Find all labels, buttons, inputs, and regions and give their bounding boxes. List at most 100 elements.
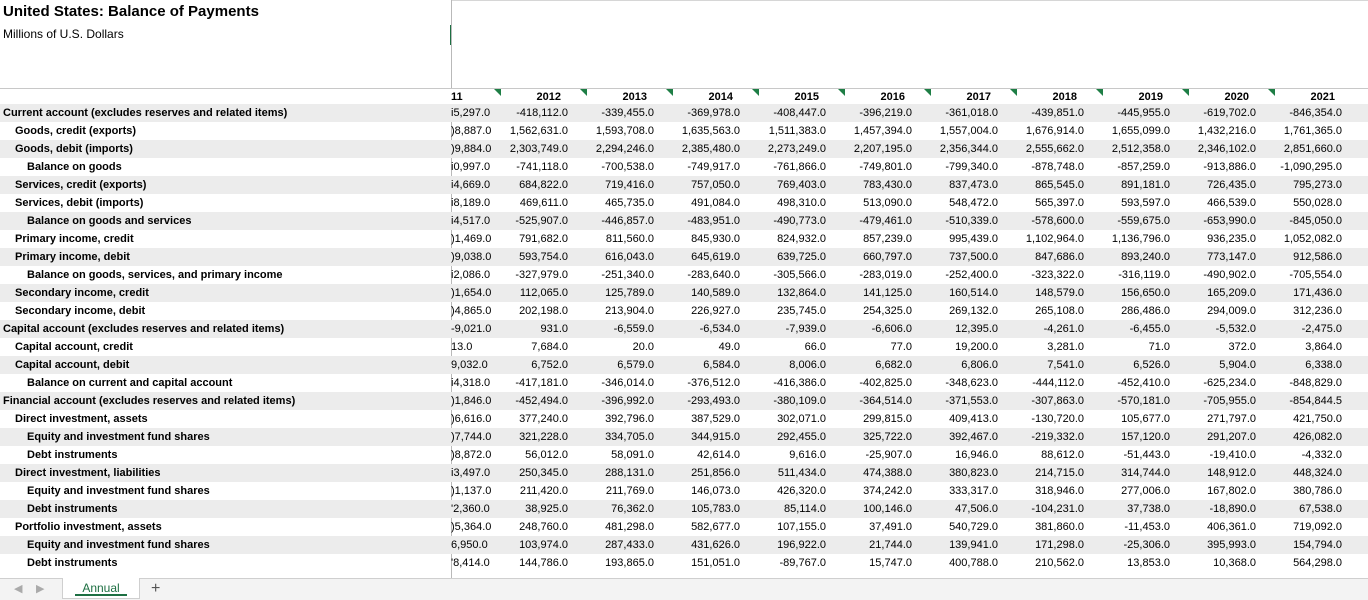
data-cell[interactable]: -396,219.0 [832,104,918,122]
data-cell[interactable]: 837,473.0 [918,176,1004,194]
data-cell[interactable]: -6,534.0 [660,320,746,338]
data-cell[interactable]: 377,240.0 [488,410,574,428]
data-cell[interactable]: 139,941.0 [918,536,1004,554]
data-cell[interactable]: 56,012.0 [488,446,574,464]
data-cell[interactable]: -446,857.0 [574,212,660,230]
data-cell[interactable]: 125,789.0 [574,284,660,302]
data-cell[interactable]: -445,955.0 [1090,104,1176,122]
data-cell[interactable]: -705,554.0 [1262,266,1348,284]
data-cell[interactable]: 1,136,796.0 [1090,230,1176,248]
data-cell[interactable]: 156,650.0 [1090,284,1176,302]
data-cell[interactable]: 13,853.0 [1090,554,1176,572]
data-cell[interactable]: -846,354.0 [1262,104,1348,122]
data-cell[interactable]: 5,904.0 [1176,356,1262,374]
data-cell[interactable]: 15,747.0 [832,554,918,572]
year-header-cell[interactable]: 2016 [832,89,918,105]
row-label[interactable]: Direct investment, assets [15,410,148,428]
data-cell[interactable]: 469,611.0 [488,194,574,212]
data-cell[interactable]: 865,545.0 [1004,176,1090,194]
row-label[interactable]: Capital account (excludes reserves and r… [3,320,284,338]
data-cell[interactable]: 392,467.0 [918,428,1004,446]
data-cell[interactable]: 105,783.0 [660,500,746,518]
data-cell[interactable]: 2,346,102.0 [1176,140,1262,158]
data-cell[interactable]: 66.0 [746,338,832,356]
data-cell[interactable]: 6,806.0 [918,356,1004,374]
data-cell[interactable]: 564,298.0 [1262,554,1348,572]
data-cell[interactable]: 344,915.0 [660,428,746,446]
data-cell[interactable]: 58,091.0 [574,446,660,464]
data-cell[interactable]: 77.0 [832,338,918,356]
row-label[interactable]: Primary income, debit [15,248,130,266]
data-cell[interactable]: -316,119.0 [1090,266,1176,284]
data-cell[interactable]: 2,385,480.0 [660,140,746,158]
data-cell[interactable]: 795,273.0 [1262,176,1348,194]
data-cell[interactable]: 995,439.0 [918,230,1004,248]
data-cell[interactable]: -327,979.0 [488,266,574,284]
data-cell[interactable]: 76,362.0 [574,500,660,518]
add-sheet-button[interactable]: + [151,580,160,598]
data-cell[interactable]: 103,974.0 [488,536,574,554]
data-cell[interactable]: 7,684.0 [488,338,574,356]
data-cell[interactable]: 1,557,004.0 [918,122,1004,140]
data-cell[interactable]: -293,493.0 [660,392,746,410]
data-cell[interactable]: 893,240.0 [1090,248,1176,266]
data-cell[interactable]: -283,640.0 [660,266,746,284]
data-cell[interactable]: 88,612.0 [1004,446,1090,464]
data-cell[interactable]: 144,786.0 [488,554,574,572]
data-cell[interactable]: 513,090.0 [832,194,918,212]
row-label[interactable]: Equity and investment fund shares [27,428,210,446]
data-cell[interactable]: -323,322.0 [1004,266,1090,284]
data-cell[interactable]: 465,735.0 [574,194,660,212]
data-cell[interactable]: 426,320.0 [746,482,832,500]
data-cell[interactable]: 2,851,660.0 [1262,140,1348,158]
data-cell[interactable]: 1,052,082.0 [1262,230,1348,248]
year-header-cell[interactable]: 2014 [660,89,746,105]
data-cell[interactable]: -11,453.0 [1090,518,1176,536]
row-label[interactable]: Equity and investment fund shares [27,482,210,500]
data-cell[interactable]: -799,340.0 [918,158,1004,176]
data-cell[interactable]: 582,677.0 [660,518,746,536]
data-cell[interactable]: -761,866.0 [746,158,832,176]
data-cell[interactable]: -857,259.0 [1090,158,1176,176]
row-label[interactable]: Balance on current and capital account [27,374,232,392]
data-cell[interactable]: -376,512.0 [660,374,746,392]
data-cell[interactable]: 400,788.0 [918,554,1004,572]
data-cell[interactable]: 550,028.0 [1262,194,1348,212]
data-cell[interactable]: 498,310.0 [746,194,832,212]
row-label[interactable]: Balance on goods, services, and primary … [27,266,283,284]
data-cell[interactable]: 20.0 [574,338,660,356]
data-cell[interactable]: 165,209.0 [1176,284,1262,302]
data-cell[interactable]: -625,234.0 [1176,374,1262,392]
data-cell[interactable]: 1,593,708.0 [574,122,660,140]
data-cell[interactable]: 3,864.0 [1262,338,1348,356]
data-cell[interactable]: 37,491.0 [832,518,918,536]
data-cell[interactable]: 148,912.0 [1176,464,1262,482]
data-cell[interactable]: -339,455.0 [574,104,660,122]
data-cell[interactable]: 37,738.0 [1090,500,1176,518]
year-header-cell[interactable]: 2021 [1262,89,1348,105]
data-cell[interactable]: 1,511,383.0 [746,122,832,140]
data-cell[interactable]: 1,562,631.0 [488,122,574,140]
data-cell[interactable]: 226,927.0 [660,302,746,320]
data-cell[interactable]: -439,851.0 [1004,104,1090,122]
data-cell[interactable]: 171,436.0 [1262,284,1348,302]
data-cell[interactable]: -380,109.0 [746,392,832,410]
data-cell[interactable]: 193,865.0 [574,554,660,572]
data-cell[interactable]: 85,114.0 [746,500,832,518]
data-cell[interactable]: 314,744.0 [1090,464,1176,482]
data-cell[interactable]: 773,147.0 [1176,248,1262,266]
data-cell[interactable]: -749,917.0 [660,158,746,176]
year-header-cell[interactable]: 2020 [1176,89,1262,105]
data-cell[interactable]: 265,108.0 [1004,302,1090,320]
row-label[interactable]: Secondary income, credit [15,284,149,302]
data-cell[interactable]: -305,566.0 [746,266,832,284]
data-cell[interactable]: 112,065.0 [488,284,574,302]
data-cell[interactable]: 12,395.0 [918,320,1004,338]
data-cell[interactable]: 824,932.0 [746,230,832,248]
data-cell[interactable]: 42,614.0 [660,446,746,464]
sheet-subtitle[interactable]: Millions of U.S. Dollars [3,27,124,41]
data-cell[interactable]: 719,092.0 [1262,518,1348,536]
data-cell[interactable]: 287,433.0 [574,536,660,554]
data-cell[interactable]: -6,455.0 [1090,320,1176,338]
data-cell[interactable]: 271,797.0 [1176,410,1262,428]
